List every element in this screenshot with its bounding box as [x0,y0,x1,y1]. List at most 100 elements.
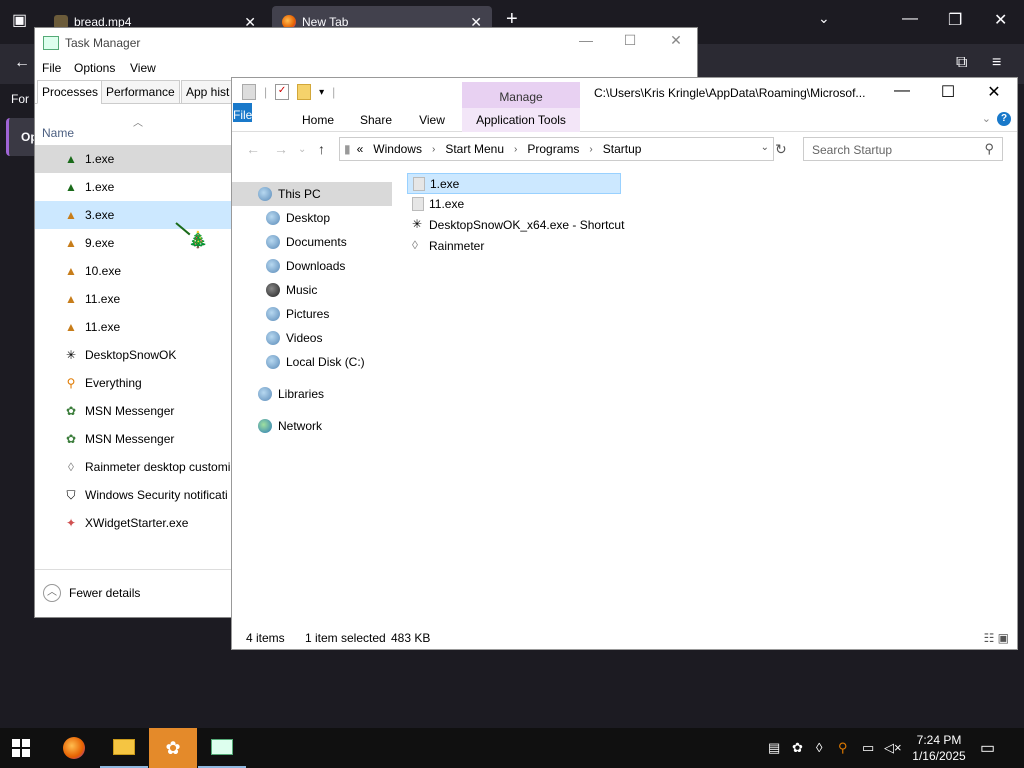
menu-file[interactable]: File [42,61,61,75]
breadcrumb-separator-icon[interactable]: › [514,144,517,155]
tray-app-icon[interactable]: ▤ [768,740,780,756]
process-row[interactable]: ▲ 11.exe [35,313,231,341]
process-row[interactable]: ▲ 11.exe [35,285,231,313]
everything-tray-icon[interactable]: ⚲ [838,740,848,756]
nav-item-videos[interactable]: Videos [232,326,392,350]
tab-file[interactable]: File [233,103,253,122]
file-item[interactable]: ◊ Rainmeter [407,236,807,257]
nav-item-downloads[interactable]: Downloads [232,254,392,278]
breadcrumb-separator-icon[interactable]: › [589,144,592,155]
process-row[interactable]: ▲ 1.exe [35,173,231,201]
process-row[interactable]: ✳ DesktopSnowOK [35,341,231,369]
file-item[interactable]: 11.exe [407,194,807,215]
maximize-button[interactable]: ☐ [928,82,968,102]
ribbon-expand-icon[interactable]: ⌄ [982,112,991,125]
back-arrow-icon[interactable]: ← [14,54,30,72]
menu-icon[interactable]: ≡ [992,54,1001,72]
back-arrow-icon[interactable]: ← [246,141,260,157]
close-button[interactable]: ✕ [994,10,1007,30]
column-header-name[interactable]: Name [42,126,74,140]
menu-view[interactable]: View [130,61,156,75]
recent-locations-icon[interactable]: ⌄ [298,144,306,155]
nav-item-network[interactable]: Network [232,414,392,438]
breadcrumb-windows[interactable]: Windows [373,142,422,156]
address-bar[interactable]: ▮ « Windows › Start Menu › Programs › St… [339,137,774,161]
system-clock[interactable]: 7:24 PM 1/16/2025 [904,732,974,764]
tab-application-tools[interactable]: Application Tools [462,108,580,132]
nav-item-documents[interactable]: Documents [232,230,392,254]
folder-app-icon [242,84,256,100]
nav-item-local-disk[interactable]: Local Disk (C:) [232,350,392,374]
tree-icon: ▲ [65,292,77,306]
tab-view[interactable]: View [410,108,454,132]
tree-icon: ▲ [65,264,77,278]
footer-divider [35,569,231,570]
new-folder-icon[interactable] [297,84,312,100]
breadcrumb-start-menu[interactable]: Start Menu [445,142,504,156]
tab-share[interactable]: Share [352,108,400,132]
nav-item-pictures[interactable]: Pictures [232,302,392,326]
tab-list-icon[interactable]: ▣ [12,10,27,30]
tab-home[interactable]: Home [294,108,342,132]
libraries-icon [258,387,272,401]
msn-taskbar-icon[interactable]: ✿ [149,728,197,768]
manage-tab[interactable]: Manage [462,82,580,110]
chevron-down-icon[interactable]: ⌄ [818,10,830,27]
process-row[interactable]: ⚲ Everything [35,369,231,397]
file-item[interactable]: ✳ DesktopSnowOK_x64.exe - Shortcut [407,215,807,236]
file-item[interactable]: 1.exe [407,173,621,194]
nav-item-libraries[interactable]: Libraries [232,382,392,406]
nav-item-music[interactable]: Music [232,278,392,302]
close-button[interactable]: ✕ [974,82,1014,102]
xwidget-icon: ✦ [65,516,77,530]
windows-start-icon[interactable] [12,739,30,757]
close-button[interactable]: ✕ [661,32,691,49]
refresh-icon[interactable]: ↻ [775,141,787,158]
process-row[interactable]: ◊ Rainmeter desktop customi [35,453,231,481]
volume-muted-icon[interactable]: ◁× [884,740,902,756]
nav-item-desktop[interactable]: Desktop [232,206,392,230]
minimize-button[interactable]: — [882,82,922,100]
up-arrow-icon[interactable]: ↑ [318,141,325,157]
notification-icon[interactable]: ▭ [980,738,995,758]
process-row[interactable]: ✿ MSN Messenger [35,425,231,453]
extensions-icon[interactable]: ⧉ [956,54,967,72]
droplet-tray-icon[interactable]: ◊ [816,740,822,755]
chevron-down-icon[interactable]: ⌄ [761,142,769,153]
properties-icon[interactable]: ✓ [275,84,290,100]
breadcrumb-programs[interactable]: Programs [527,142,579,156]
help-icon[interactable]: ? [997,112,1011,126]
title-bar[interactable]: Task Manager — ☐ ✕ [35,28,697,58]
process-row[interactable]: ▲ 3.exe [35,201,231,229]
menu-options[interactable]: Options [74,61,115,75]
fewer-details-button[interactable]: ︿ Fewer details [43,584,140,602]
msn-tray-icon[interactable]: ✿ [792,740,803,756]
file-explorer-taskbar-icon[interactable] [100,728,148,768]
firefox-taskbar-icon[interactable] [50,728,98,768]
tab-performance[interactable]: Performance [101,80,180,104]
minimize-button[interactable]: — [571,32,601,48]
search-input[interactable]: Search Startup ⚲ [803,137,1003,161]
task-manager-taskbar-icon[interactable] [198,728,246,768]
maximize-button[interactable]: ☐ [615,32,645,49]
minimize-button[interactable]: — [902,10,918,28]
nav-item-this-pc[interactable]: This PC [232,182,392,206]
customize-qa-icon[interactable]: ▾ [319,87,324,98]
breadcrumb-overflow[interactable]: « [357,142,364,156]
breadcrumb-separator-icon[interactable]: › [432,144,435,155]
process-row[interactable]: ✿ MSN Messenger [35,397,231,425]
forward-arrow-icon[interactable]: → [274,141,288,157]
network-tray-icon[interactable]: ▭ [862,740,874,756]
breadcrumb-startup[interactable]: Startup [603,142,642,156]
process-row[interactable]: ✦ XWidgetStarter.exe [35,509,231,537]
view-toggle-icons[interactable]: ☷ ▣ [984,631,1009,645]
taskbar: ✿ ▤ ✿ ◊ ⚲ ▭ ◁× 7:24 PM 1/16/2025 ▭ [0,728,1024,768]
tab-app-history[interactable]: App hist [181,80,235,104]
snowflake-icon: ✳ [65,348,77,362]
disk-icon [266,355,280,369]
process-row[interactable]: ▲ 10.exe [35,257,231,285]
tab-processes[interactable]: Processes [37,80,104,104]
restore-button[interactable]: ❐ [948,10,962,30]
process-row[interactable]: ⛉ Windows Security notificati [35,481,231,509]
process-row[interactable]: ▲ 1.exe [35,145,231,173]
